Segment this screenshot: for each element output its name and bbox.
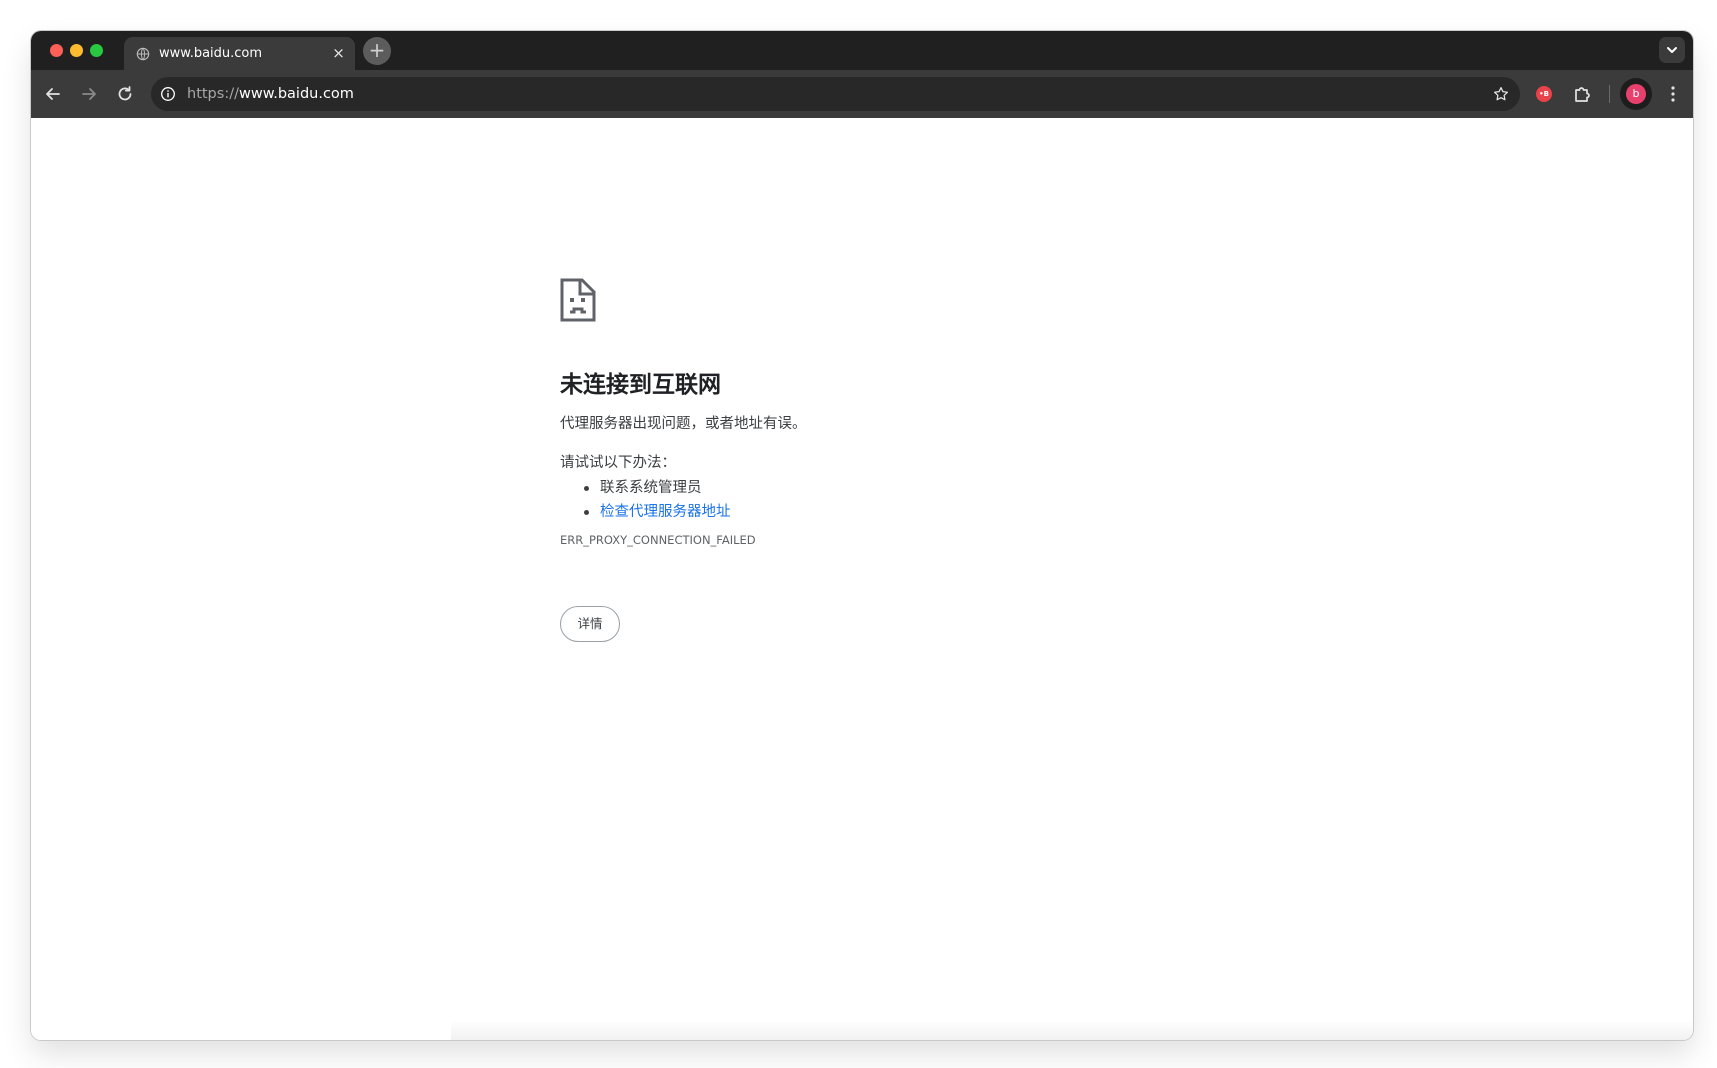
url-scheme: https:// — [187, 86, 239, 102]
tab-close-icon[interactable]: × — [330, 45, 347, 62]
toolbar-divider — [1609, 85, 1610, 103]
suggestions-heading: 请试试以下办法： — [560, 455, 676, 471]
check-proxy-link[interactable]: 检查代理服务器地址 — [600, 504, 731, 520]
star-icon[interactable] — [1492, 85, 1510, 103]
browser-tab[interactable]: www.baidu.com × — [124, 37, 355, 70]
browser-window: www.baidu.com × + https://www.baidu.com … — [31, 31, 1693, 1040]
suggestion-contact-admin: 联系系统管理员 — [600, 480, 702, 496]
minimize-window-button[interactable] — [70, 44, 83, 57]
reload-icon[interactable] — [113, 82, 137, 106]
maximize-window-button[interactable] — [90, 44, 103, 57]
suggestion-item: 联系系统管理员 — [560, 476, 731, 500]
error-title: 未连接到互联网 — [560, 372, 721, 398]
profile-initial: b — [1626, 84, 1646, 104]
arrow-left-icon[interactable] — [41, 82, 65, 106]
profile-avatar[interactable]: b — [1620, 78, 1652, 110]
bottom-shadow — [451, 1020, 1693, 1040]
url-host: www.baidu.com — [238, 86, 354, 102]
details-button[interactable]: 详情 — [560, 606, 620, 642]
tab-strip: www.baidu.com × + — [31, 31, 1693, 70]
suggestions-list: 联系系统管理员 检查代理服务器地址 — [560, 476, 731, 524]
suggestion-item: 检查代理服务器地址 — [560, 500, 731, 524]
tab-search-button[interactable] — [1659, 37, 1685, 63]
toolbar: https://www.baidu.com •B b — [31, 70, 1693, 118]
url-text[interactable]: https://www.baidu.com — [187, 85, 354, 103]
info-icon[interactable] — [160, 86, 176, 102]
error-description: 代理服务器出现问题，或者地址有误。 — [560, 416, 807, 432]
puzzle-icon[interactable] — [1571, 82, 1595, 106]
new-tab-button[interactable]: + — [363, 37, 391, 65]
page-content: 未连接到互联网 代理服务器出现问题，或者地址有误。 请试试以下办法： 联系系统管… — [31, 118, 1693, 1040]
chevron-down-icon — [1667, 47, 1677, 53]
close-window-button[interactable] — [50, 44, 63, 57]
tab-title: www.baidu.com — [159, 46, 263, 61]
arrow-right-icon[interactable] — [77, 82, 101, 106]
extension-icon[interactable]: •B — [1536, 86, 1552, 102]
error-code: ERR_PROXY_CONNECTION_FAILED — [560, 533, 756, 547]
globe-icon — [136, 47, 150, 61]
kebab-menu-icon[interactable] — [1661, 82, 1685, 106]
sad-document-icon — [560, 278, 596, 322]
address-bar[interactable]: https://www.baidu.com — [151, 77, 1520, 111]
